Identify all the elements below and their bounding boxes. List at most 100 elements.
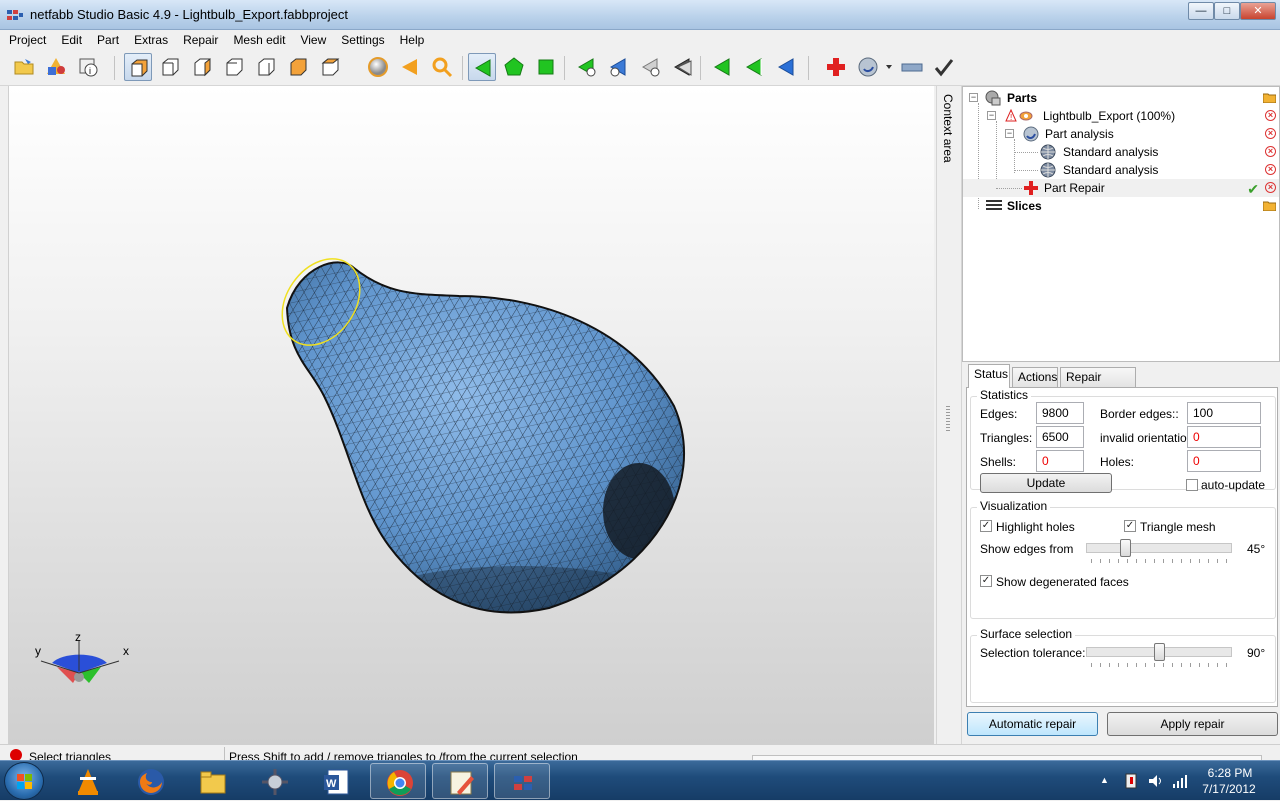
open-project-icon[interactable] — [10, 53, 38, 81]
auto-update-checkbox[interactable] — [1186, 479, 1198, 491]
context-area-strip[interactable]: Context area — [936, 86, 962, 744]
edges-field: 9800 — [1036, 402, 1084, 424]
close-window-button[interactable]: ✕ — [1240, 2, 1276, 20]
repair-cross-icon — [1024, 181, 1038, 195]
status-hint-text: Press Shift to add / remove triangles to… — [229, 750, 578, 760]
show-edges-slider-thumb[interactable] — [1119, 539, 1131, 557]
view-front-icon[interactable] — [156, 53, 184, 81]
repair-cross-icon[interactable] — [822, 53, 850, 81]
flip-icon[interactable] — [772, 53, 800, 81]
remove-icon[interactable]: × — [1265, 164, 1276, 175]
minimize-button[interactable]: — — [1188, 2, 1214, 20]
view-right-icon[interactable] — [252, 53, 280, 81]
parts-icon — [985, 90, 1001, 106]
view-back-icon[interactable] — [188, 53, 216, 81]
tree-node-standard-analysis-1[interactable]: Standard analysis × — [963, 143, 1279, 161]
surface-selection-group: Surface selection Selection tolerance: 9… — [970, 627, 1276, 703]
analysis-icon — [1023, 126, 1039, 142]
start-button[interactable] — [4, 762, 44, 800]
tab-status[interactable]: Status — [968, 364, 1010, 388]
menu-settings[interactable]: Settings — [332, 30, 390, 48]
part-info-icon[interactable]: i — [74, 53, 102, 81]
firefox-icon[interactable] — [122, 763, 178, 799]
view-bottom-icon[interactable] — [316, 53, 344, 81]
ruler-icon[interactable] — [898, 53, 926, 81]
highlight-holes-checkbox[interactable]: ✓ — [980, 520, 992, 532]
menu-repair[interactable]: Repair — [174, 30, 224, 48]
maximize-button[interactable]: □ — [1214, 2, 1240, 20]
3d-viewport[interactable]: y z x — [8, 86, 934, 744]
select-triangle-icon[interactable] — [468, 53, 496, 81]
show-hidden-icons[interactable]: ▲ — [1100, 775, 1109, 785]
render-sphere-icon[interactable] — [364, 53, 392, 81]
triangle-mesh-checkbox[interactable]: ✓ — [1124, 520, 1136, 532]
show-edges-slider[interactable] — [1086, 543, 1232, 553]
collapse-icon[interactable]: − — [1005, 129, 1014, 138]
tree-node-part-analysis[interactable]: − Part analysis × — [963, 125, 1279, 143]
menu-help[interactable]: Help — [391, 30, 431, 48]
tree-node-part-repair[interactable]: Part Repair ✔ × — [963, 179, 1279, 197]
remove-icon[interactable]: × — [1265, 182, 1276, 193]
menu-mesh-edit[interactable]: Mesh edit — [224, 30, 291, 48]
delete-selection-icon[interactable] — [668, 53, 696, 81]
word-icon[interactable]: W — [308, 763, 364, 799]
prev-icon[interactable] — [708, 53, 736, 81]
apply-check-icon[interactable] — [930, 53, 958, 81]
menu-edit[interactable]: Edit — [52, 30, 88, 48]
tree-node-standard-analysis-2[interactable]: Standard analysis × — [963, 161, 1279, 179]
check-icon[interactable]: ✔ — [1247, 180, 1259, 198]
collapse-icon[interactable]: − — [969, 93, 978, 102]
network-icon[interactable] — [1172, 773, 1188, 789]
apply-repair-button[interactable]: Apply repair — [1107, 712, 1278, 736]
selection-tolerance-slider-thumb[interactable] — [1153, 643, 1165, 661]
next-icon[interactable] — [740, 53, 768, 81]
chrome-icon[interactable] — [370, 763, 426, 799]
update-button[interactable]: Update — [980, 473, 1112, 493]
triangles-field: 6500 — [1036, 426, 1084, 448]
view-default-icon[interactable] — [124, 53, 152, 81]
menu-part[interactable]: Part — [88, 30, 125, 48]
status-tab-pane: Statistics Edges: 9800 Border edges:: 10… — [966, 387, 1278, 707]
add-part-icon[interactable] — [42, 53, 70, 81]
context-area-label: Context area — [941, 94, 955, 163]
tree-node-part[interactable]: − ! Lightbulb_Export (100%) × — [963, 107, 1279, 125]
remove-triangle-icon[interactable] — [636, 53, 664, 81]
menu-project[interactable]: Project — [0, 30, 52, 48]
tool-icon[interactable] — [246, 763, 302, 799]
action-center-icon[interactable] — [1124, 773, 1138, 789]
tab-repair-scripts[interactable]: Repair scripts — [1060, 367, 1136, 402]
remove-icon[interactable]: × — [1265, 110, 1276, 121]
netfabb-icon[interactable] — [494, 763, 550, 799]
automatic-repair-button[interactable]: Automatic repair — [967, 712, 1098, 736]
tree-node-slices[interactable]: Slices — [963, 197, 1279, 215]
zoom-icon[interactable] — [428, 53, 456, 81]
clock-date[interactable]: 7/17/2012 — [1196, 782, 1262, 796]
analysis-icon[interactable] — [854, 53, 894, 81]
show-degenerated-checkbox[interactable]: ✓ — [980, 575, 992, 587]
vlc-icon[interactable] — [60, 763, 116, 799]
slices-icon — [986, 200, 1002, 210]
collapse-icon[interactable]: − — [987, 111, 996, 120]
tree-node-parts[interactable]: − Parts — [963, 89, 1279, 107]
folder-icon[interactable] — [1263, 201, 1276, 211]
view-left-icon[interactable] — [220, 53, 248, 81]
view-top-icon[interactable] — [284, 53, 312, 81]
extrude-icon[interactable] — [604, 53, 632, 81]
menu-view[interactable]: View — [291, 30, 332, 48]
explorer-icon[interactable] — [184, 763, 240, 799]
volume-icon[interactable] — [1148, 773, 1164, 789]
select-shell-icon[interactable] — [500, 53, 528, 81]
remove-icon[interactable]: × — [1265, 128, 1276, 139]
notes-icon[interactable] — [432, 763, 488, 799]
folder-icon[interactable] — [1263, 93, 1276, 103]
add-triangle-icon[interactable] — [572, 53, 600, 81]
menu-extras[interactable]: Extras — [125, 30, 174, 48]
remove-icon[interactable]: × — [1265, 146, 1276, 157]
splitter-grip[interactable] — [946, 406, 950, 432]
arrow-back-icon[interactable] — [396, 53, 424, 81]
tab-actions[interactable]: Actions — [1012, 367, 1058, 387]
lightbulb-mesh[interactable] — [269, 246, 699, 616]
select-surface-icon[interactable] — [532, 53, 560, 81]
status-mode-text: Select triangles — [29, 750, 112, 760]
clock-time[interactable]: 6:28 PM — [1200, 766, 1260, 780]
